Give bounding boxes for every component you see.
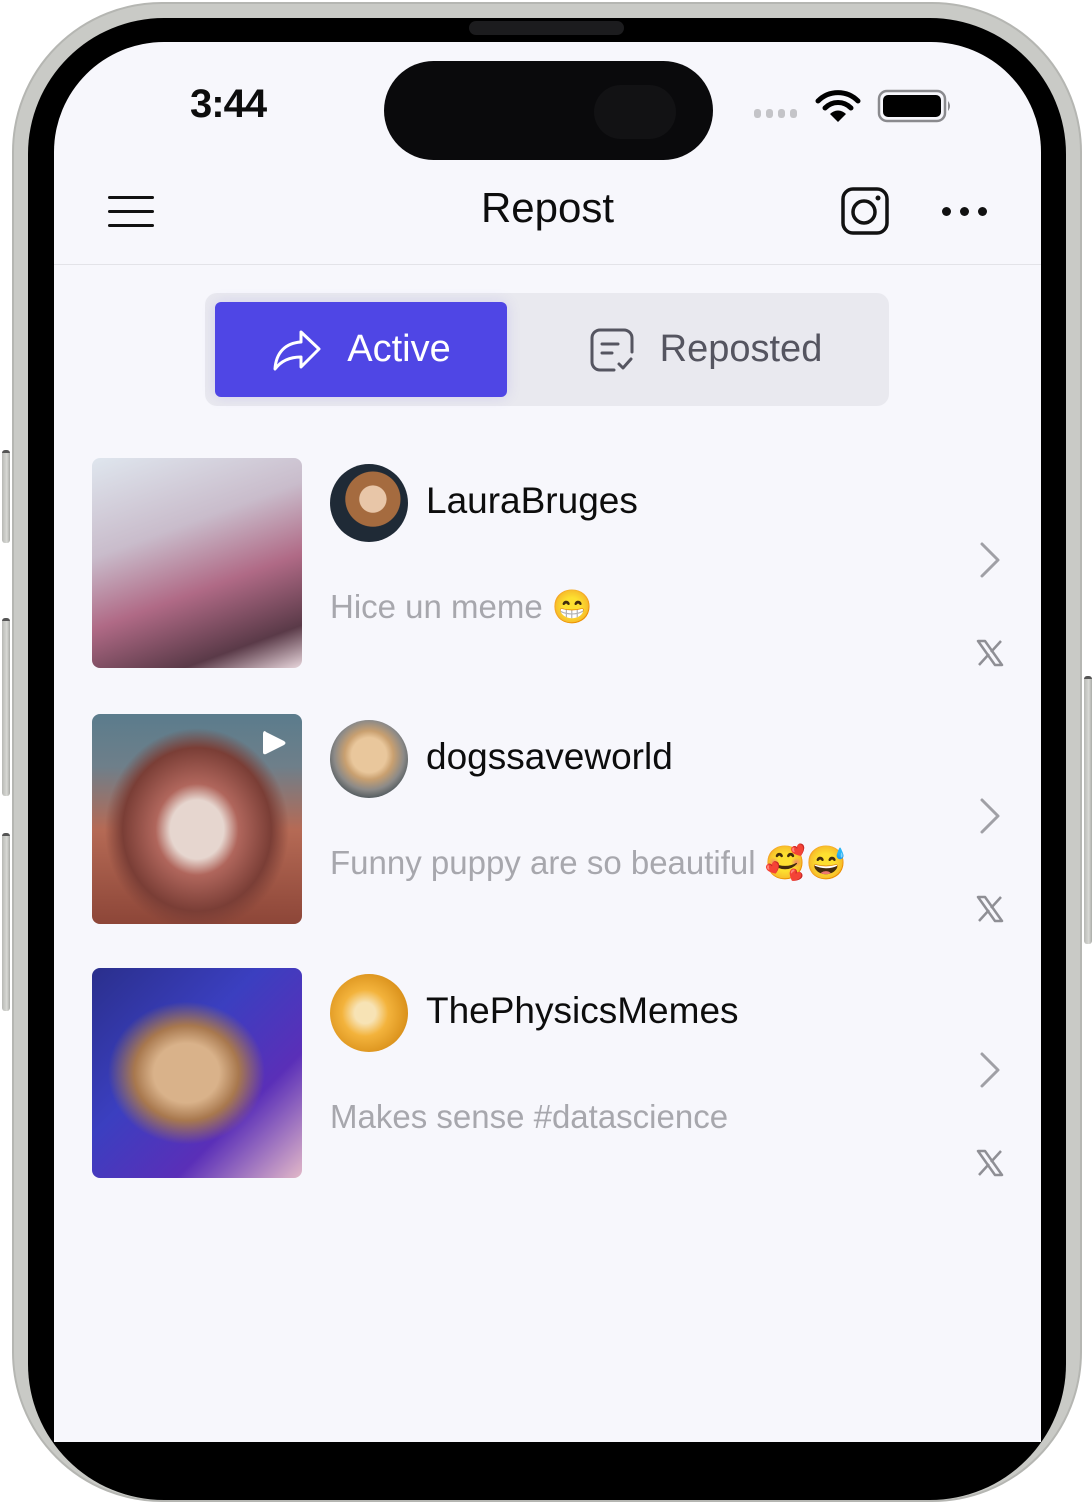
post-item[interactable]: ThePhysicsMemes Makes sense #datascience xyxy=(92,968,1012,1178)
note-check-icon xyxy=(590,328,634,371)
battery-icon xyxy=(877,89,950,123)
username[interactable]: LauraBruges xyxy=(426,480,638,522)
chevron-right-icon[interactable] xyxy=(972,540,1008,580)
wifi-icon xyxy=(815,90,861,122)
post-item[interactable]: LauraBruges Hice un meme 😁 xyxy=(92,458,1012,668)
x-logo-icon[interactable] xyxy=(975,894,1005,924)
x-logo-icon[interactable] xyxy=(975,638,1005,668)
tab-reposted[interactable]: Reposted xyxy=(535,302,875,397)
app-header: Repost xyxy=(54,172,1041,265)
username[interactable]: dogssaveworld xyxy=(426,736,673,778)
action-button xyxy=(2,450,10,543)
post-caption: Hice un meme 😁 xyxy=(330,588,594,625)
power-button xyxy=(1084,676,1092,944)
page-title: Repost xyxy=(480,184,615,231)
tab-active-label: Active xyxy=(347,328,451,370)
avatar xyxy=(330,720,408,798)
more-options-icon[interactable] xyxy=(934,194,994,228)
post-caption: Funny puppy are so beautiful 🥰😅 xyxy=(330,844,847,881)
avatar xyxy=(330,974,408,1052)
tab-reposted-label: Reposted xyxy=(659,328,823,370)
x-logo-icon[interactable] xyxy=(975,1148,1005,1178)
post-caption: Makes sense #datascience xyxy=(330,1098,729,1135)
cellular-signal-icon xyxy=(754,108,797,118)
volume-up-button xyxy=(2,618,10,796)
tab-switcher: Active Reposted xyxy=(205,293,889,406)
earpiece-speaker xyxy=(469,21,624,35)
chevron-right-icon[interactable] xyxy=(972,796,1008,836)
post-thumbnail[interactable] xyxy=(92,458,302,668)
play-icon xyxy=(263,731,286,755)
username[interactable]: ThePhysicsMemes xyxy=(426,990,739,1032)
post-thumbnail[interactable] xyxy=(92,714,302,924)
front-camera xyxy=(594,85,676,139)
screen: 3:44 Repost Active Reposted LauraBruges … xyxy=(54,42,1041,1442)
dynamic-island xyxy=(384,61,713,160)
post-thumbnail[interactable] xyxy=(92,968,302,1178)
post-item[interactable]: dogssaveworld Funny puppy are so beautif… xyxy=(92,714,1012,924)
status-time: 3:44 xyxy=(190,82,267,126)
instagram-icon[interactable] xyxy=(840,186,890,236)
status-icons xyxy=(754,86,953,126)
avatar xyxy=(330,464,408,542)
volume-down-button xyxy=(2,833,10,1011)
share-arrow-icon xyxy=(273,330,321,370)
tab-active[interactable]: Active xyxy=(215,302,507,397)
chevron-right-icon[interactable] xyxy=(972,1050,1008,1090)
